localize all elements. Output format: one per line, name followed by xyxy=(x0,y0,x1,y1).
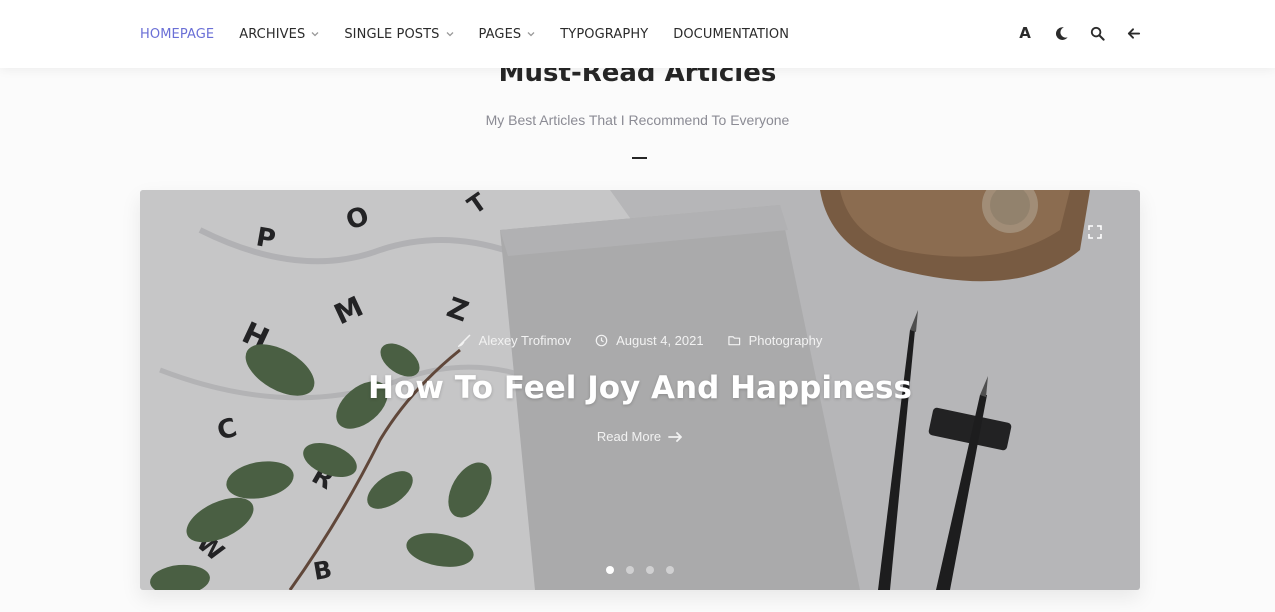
read-more-label: Read More xyxy=(596,429,662,444)
nav-item-label: DOCUMENTATION xyxy=(673,26,790,42)
slider-dot-4[interactable] xyxy=(666,566,674,574)
slider-dot-3[interactable] xyxy=(646,566,654,574)
read-more-link[interactable]: Read More xyxy=(140,429,1140,444)
arrow-right-icon xyxy=(668,431,683,442)
font-size-button[interactable]: A xyxy=(1015,23,1035,43)
site-header: HOMEPAGE ARCHIVES SINGLE POSTS PAGES TYP… xyxy=(0,0,1275,68)
slider-dot-1[interactable] xyxy=(606,566,614,574)
arrow-left-icon xyxy=(1127,27,1140,39)
nav-item-label: SINGLE POSTS xyxy=(344,26,440,42)
search-button[interactable] xyxy=(1087,23,1107,43)
section-subtitle: My Best Articles That I Recommend To Eve… xyxy=(485,112,790,128)
nav-item-pages[interactable]: PAGES xyxy=(479,27,536,42)
nav-item-label: TYPOGRAPHY xyxy=(560,26,649,42)
folder-icon xyxy=(727,336,740,346)
back-button[interactable] xyxy=(1123,23,1143,43)
nav-item-label: PAGES xyxy=(478,26,522,42)
slider-dot-2[interactable] xyxy=(626,566,634,574)
moon-icon xyxy=(1055,26,1068,40)
slide-title[interactable]: How To Feel Joy And Happiness xyxy=(140,370,1140,406)
section-divider xyxy=(632,157,647,159)
chevron-down-icon xyxy=(311,32,319,37)
brush-icon xyxy=(457,334,471,347)
post-date: August 4, 2021 xyxy=(595,333,704,348)
nav-item-single-posts[interactable]: SINGLE POSTS xyxy=(344,27,453,42)
font-size-icon: A xyxy=(1019,24,1031,42)
search-icon xyxy=(1090,26,1105,41)
post-author[interactable]: Alexey Trofimov xyxy=(457,333,572,348)
header-tools: A xyxy=(1015,23,1159,43)
post-category-name: Photography xyxy=(748,333,823,348)
post-date-text: August 4, 2021 xyxy=(616,333,704,348)
nav-item-typography[interactable]: TYPOGRAPHY xyxy=(560,27,648,42)
fullscreen-icon[interactable] xyxy=(1088,225,1102,239)
chevron-down-icon xyxy=(446,32,453,37)
slider-pagination xyxy=(140,566,1140,574)
dark-mode-button[interactable] xyxy=(1051,23,1071,43)
post-category[interactable]: Photography xyxy=(727,333,823,348)
nav-item-label: HOMEPAGE xyxy=(140,26,215,42)
nav-item-homepage[interactable]: HOMEPAGE xyxy=(140,27,214,42)
chevron-down-icon xyxy=(527,32,535,37)
nav-item-archives[interactable]: ARCHIVES xyxy=(239,27,319,42)
post-author-name: Alexey Trofimov xyxy=(478,333,572,348)
post-meta: Alexey Trofimov August 4, 2021 Photograp… xyxy=(140,333,1140,348)
nav-item-documentation[interactable]: DOCUMENTATION xyxy=(673,27,789,42)
main-nav: HOMEPAGE ARCHIVES SINGLE POSTS PAGES TYP… xyxy=(140,0,814,68)
clock-icon xyxy=(595,334,608,347)
featured-slider[interactable]: P O T H M Z C R W B Alexey Trofimov Augu… xyxy=(140,190,1140,590)
nav-item-label: ARCHIVES xyxy=(239,26,306,42)
